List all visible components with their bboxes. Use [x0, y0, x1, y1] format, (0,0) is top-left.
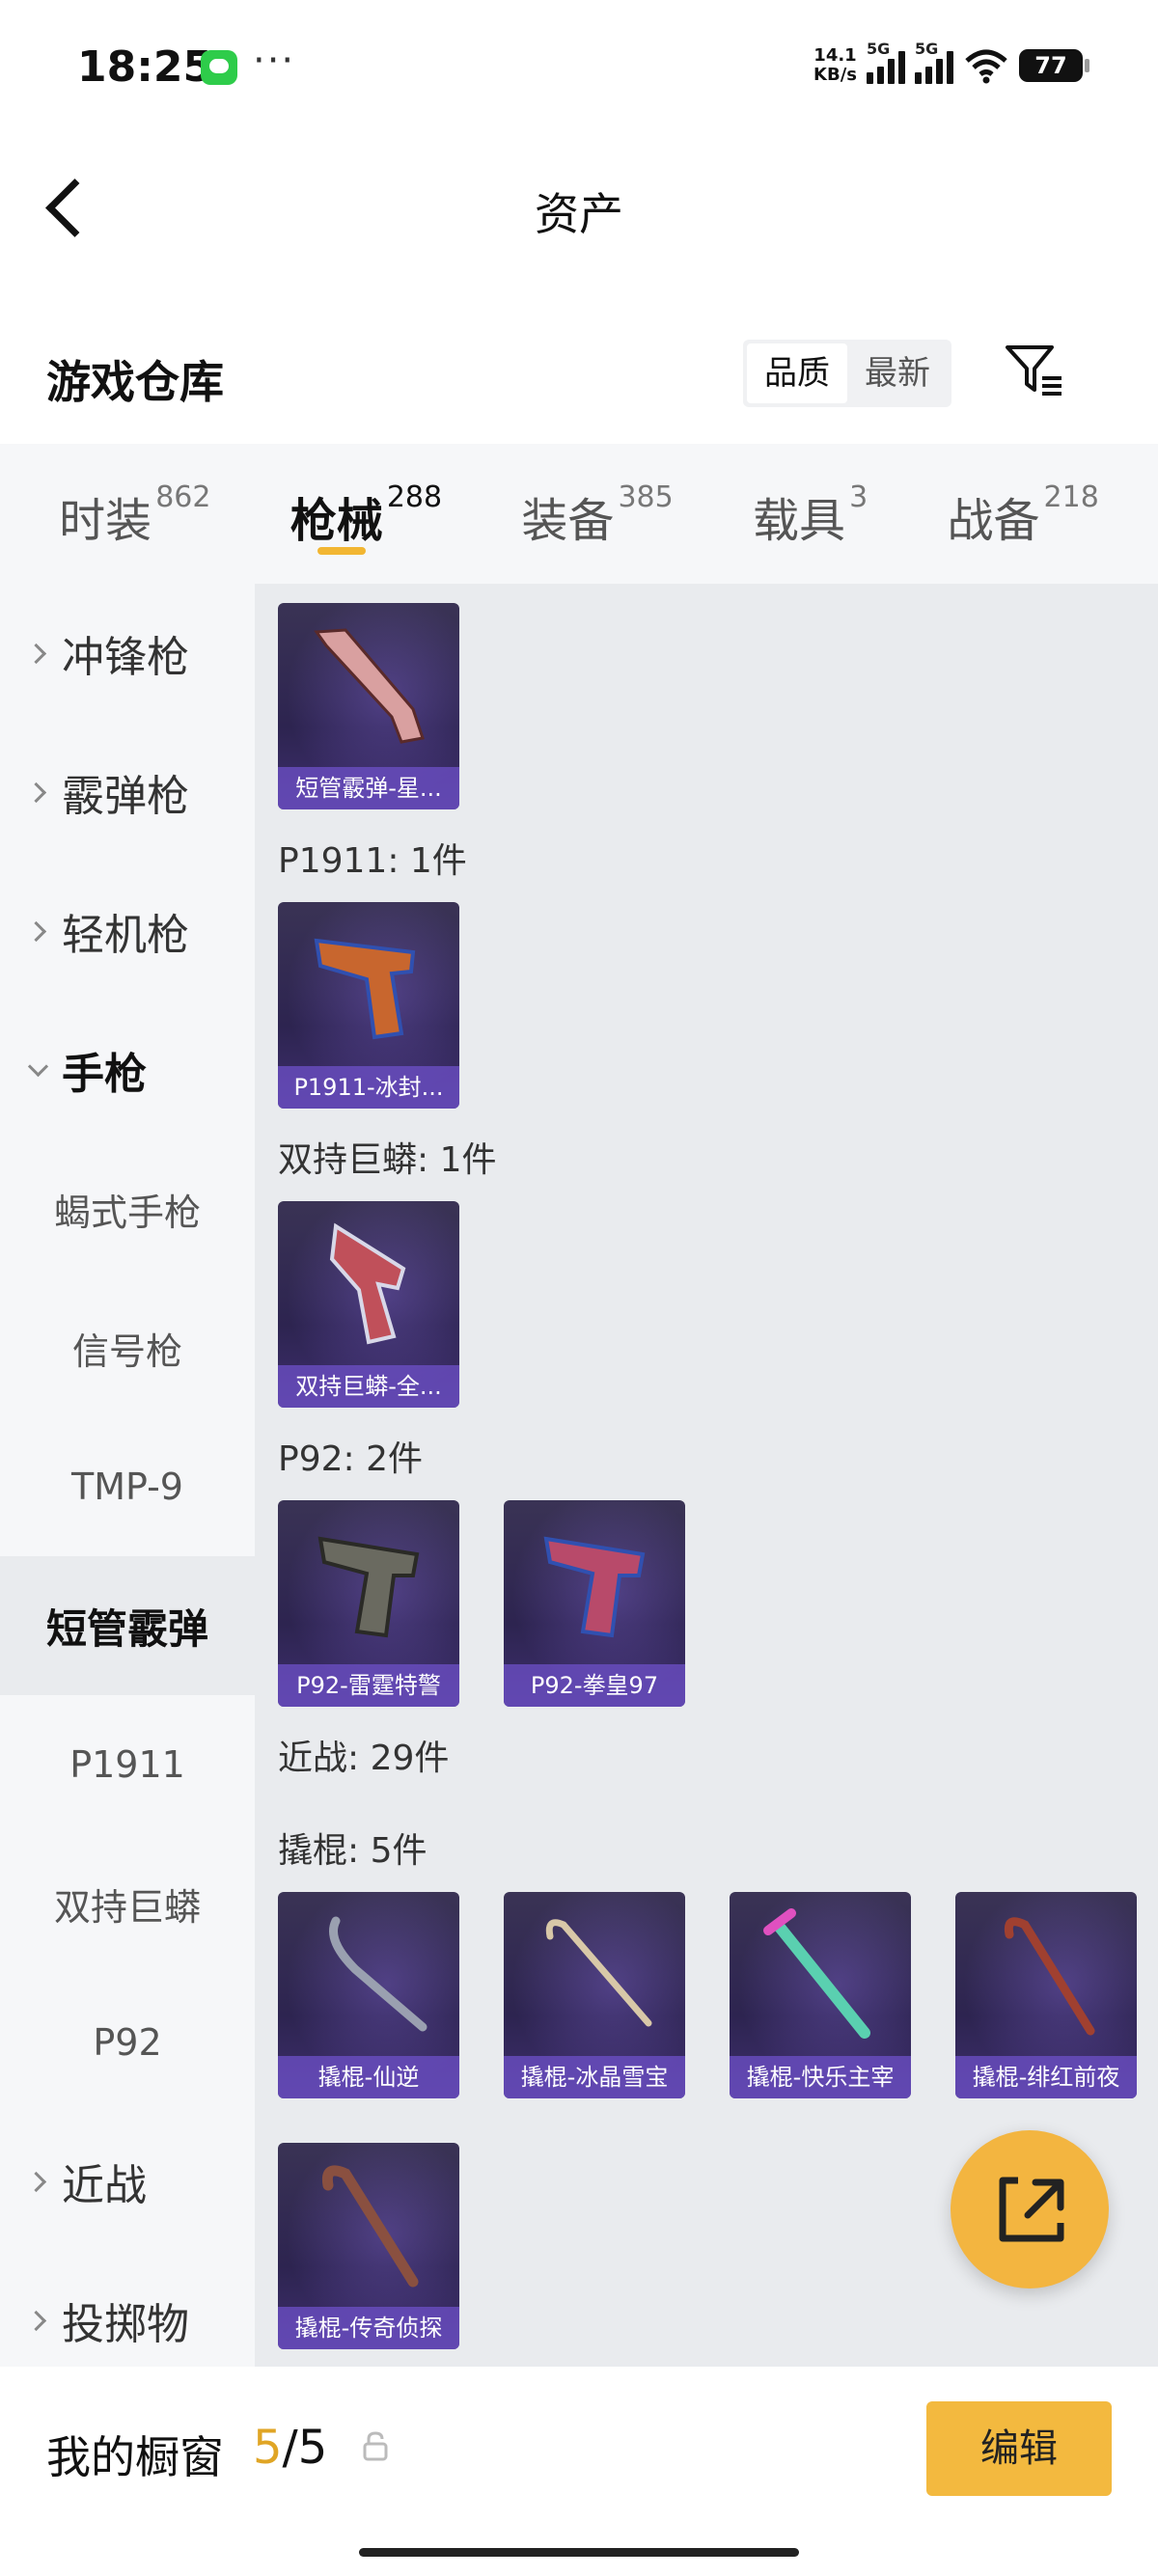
item-name: P92-拳皇97: [504, 1664, 685, 1707]
sidebar-item-flare-gun[interactable]: 信号枪: [0, 1278, 255, 1417]
chevron-right-icon: [27, 2171, 48, 2192]
item-name: 撬棍-传奇侦探: [278, 2307, 459, 2349]
sort-toggle: 品质 最新: [743, 340, 951, 407]
home-indicator[interactable]: [359, 2548, 799, 2557]
tab-equipment[interactable]: 装备 385: [521, 444, 673, 584]
status-indicators: 14.1 KB/s 5G 5G 77: [813, 40, 1089, 89]
tab-fashion[interactable]: 时装 862: [59, 444, 210, 584]
network-speed: 14.1 KB/s: [813, 45, 857, 85]
item-card[interactable]: 撬棍-绯红前夜: [955, 1892, 1137, 2098]
weapon-category-sidebar: 冲锋枪 霰弹枪 轻机枪 手枪 蝎式手枪 信号枪 TMP-9 短管霰弹 P1911…: [0, 584, 255, 2367]
group-label: P1911: 1件: [278, 841, 467, 881]
item-name: P1911-冰封...: [278, 1066, 459, 1109]
filter-icon[interactable]: [1004, 342, 1065, 399]
chevron-down-icon: [27, 1059, 48, 1081]
tab-vehicles[interactable]: 载具 3: [753, 444, 868, 584]
more-notifications-icon: ···: [253, 39, 296, 83]
lock-icon: [363, 2431, 388, 2461]
group-label: 撬棍: 5件: [278, 1831, 427, 1871]
showcase-count: 5/5: [253, 2421, 328, 2475]
sidebar-item-sawed-off[interactable]: 短管霰弹: [0, 1556, 255, 1695]
item-card[interactable]: P92-雷霆特警: [278, 1500, 459, 1707]
category-tabs: 时装 862 枪械 288 装备 385 载具 3 战备 218: [0, 444, 1158, 584]
item-name: 撬棍-绯红前夜: [955, 2056, 1137, 2098]
chevron-right-icon: [27, 643, 48, 664]
warehouse-title: 游戏仓库: [46, 356, 224, 408]
item-card[interactable]: 撬棍-快乐主宰: [730, 1892, 911, 2098]
crowbar-icon: [763, 1908, 870, 2039]
sidebar-item-melee[interactable]: 近战: [0, 2112, 255, 2251]
sidebar-item-p92[interactable]: P92: [0, 1973, 255, 2112]
group-label: 双持巨蟒: 1件: [278, 1140, 497, 1180]
crowbar-icon: [329, 1916, 427, 2032]
tab-firearms[interactable]: 枪械 288: [290, 444, 442, 584]
status-bar: 18:25 ··· 14.1 KB/s 5G 5G 77: [0, 0, 1158, 135]
chevron-right-icon: [27, 781, 48, 803]
item-name: P92-雷霆特警: [278, 1664, 459, 1707]
message-app-icon: [201, 50, 237, 85]
signal-icon: 5G: [915, 40, 953, 84]
pistol-icon: [543, 1536, 646, 1638]
showcase-label: 我的橱窗: [46, 2431, 224, 2483]
item-name: 短管霰弹-星...: [278, 767, 459, 809]
chevron-right-icon: [27, 920, 48, 942]
sort-latest-button[interactable]: 最新: [847, 343, 948, 403]
shotgun-icon: [314, 628, 425, 744]
item-card[interactable]: 撬棍-冰晶雪宝: [504, 1892, 685, 2098]
pistol-icon: [317, 1536, 420, 1638]
sidebar-item-p1911[interactable]: P1911: [0, 1695, 255, 1834]
status-time: 18:25: [77, 42, 213, 92]
sort-quality-button[interactable]: 品质: [747, 343, 847, 403]
item-card[interactable]: 撬棍-传奇侦探: [278, 2143, 459, 2349]
sidebar-item-scorpion[interactable]: 蝎式手枪: [0, 1139, 255, 1278]
item-name: 撬棍-仙逆: [278, 2056, 459, 2098]
wifi-icon: [965, 49, 1007, 84]
item-card[interactable]: 短管霰弹-星...: [278, 603, 459, 809]
chevron-right-icon: [27, 2310, 48, 2331]
share-fab-button[interactable]: [951, 2130, 1109, 2288]
sidebar-item-smg[interactable]: 冲锋枪: [0, 584, 255, 723]
sidebar-item-dual-python[interactable]: 双持巨蟒: [0, 1834, 255, 1973]
share-external-icon: [999, 2177, 1064, 2242]
item-card[interactable]: 撬棍-仙逆: [278, 1892, 459, 2098]
battery-icon: 77: [1019, 49, 1089, 82]
sidebar-item-lmg[interactable]: 轻机枪: [0, 862, 255, 1000]
active-tab-indicator: [317, 547, 367, 555]
item-name: 撬棍-快乐主宰: [730, 2056, 911, 2098]
page-title: 资产: [535, 188, 623, 240]
sidebar-item-tmp9[interactable]: TMP-9: [0, 1417, 255, 1556]
crowbar-icon: [545, 1919, 652, 2027]
item-card[interactable]: P1911-冰封...: [278, 902, 459, 1109]
item-grid: 短管霰弹-星... P1911: 1件 P1911-冰封... 双持巨蟒: 1件…: [255, 584, 1158, 2367]
crowbar-icon: [1004, 1917, 1095, 2036]
group-label: 近战: 29件: [278, 1739, 450, 1778]
signal-icon: 5G: [867, 40, 905, 84]
item-card[interactable]: 双持巨蟒-全...: [278, 1201, 459, 1408]
sidebar-item-pistol[interactable]: 手枪: [0, 1000, 255, 1139]
sidebar-item-shotgun[interactable]: 霰弹枪: [0, 723, 255, 862]
item-name: 双持巨蟒-全...: [278, 1365, 459, 1408]
revolver-icon: [329, 1222, 406, 1345]
edit-button[interactable]: 编辑: [926, 2401, 1112, 2496]
pistol-icon: [314, 938, 416, 1040]
tab-supplies[interactable]: 战备 218: [948, 444, 1099, 584]
group-label: P92: 2件: [278, 1439, 423, 1479]
item-card[interactable]: P92-拳皇97: [504, 1500, 685, 1707]
showcase-bar: 我的橱窗 5/5 编辑: [0, 2367, 1158, 2576]
item-name: 撬棍-冰晶雪宝: [504, 2056, 685, 2098]
crowbar-icon: [321, 2165, 419, 2288]
